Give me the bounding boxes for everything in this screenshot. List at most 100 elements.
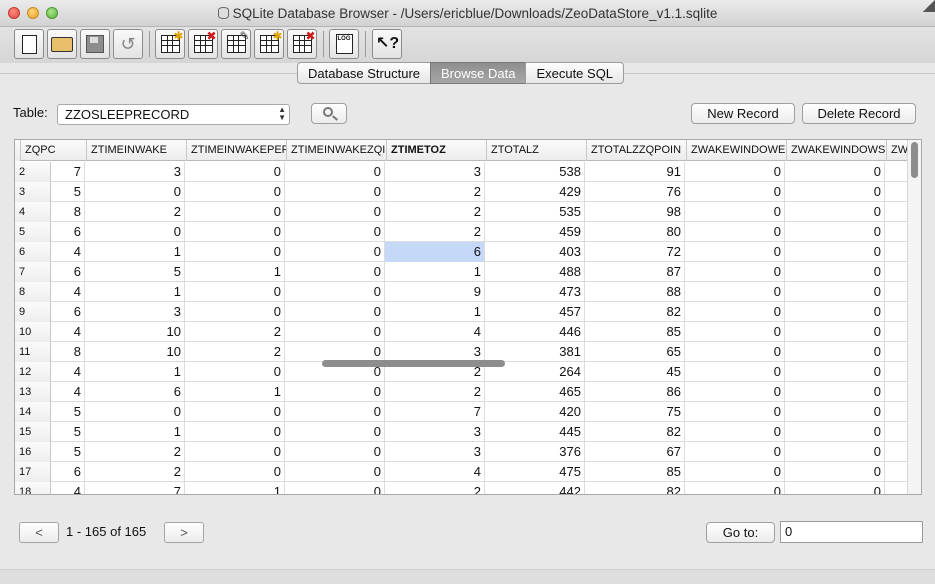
table-cell[interactable]: 0 [685, 162, 785, 182]
table-cell[interactable]: 0 [785, 262, 885, 282]
table-cell[interactable]: 82 [585, 482, 685, 494]
table-cell[interactable]: 2 [385, 202, 485, 222]
table-cell[interactable]: 3 [385, 342, 485, 362]
table-cell[interactable]: 0 [685, 242, 785, 262]
table-cell[interactable]: 0 [185, 442, 285, 462]
row-header[interactable]: 4 [15, 202, 51, 222]
table-cell[interactable]: 0 [285, 322, 385, 342]
table-cell[interactable]: 538 [485, 162, 585, 182]
table-cell[interactable]: 7 [385, 402, 485, 422]
table-cell[interactable]: 0 [185, 302, 285, 322]
table-select[interactable]: ZZOSLEEPRECORD ▲ ▼ [57, 104, 290, 125]
row-header[interactable]: 3 [15, 182, 51, 202]
table-cell[interactable]: 0 [785, 462, 885, 482]
table-cell[interactable]: 75 [585, 402, 685, 422]
table-cell[interactable]: 0 [785, 442, 885, 462]
delete-table-button[interactable]: ✖ [188, 29, 218, 59]
column-header[interactable]: ZTIMEINWAKEPER [187, 140, 287, 161]
table-cell[interactable]: 0 [685, 262, 785, 282]
table-cell[interactable]: 4 [51, 322, 85, 342]
table-cell[interactable]: 1 [85, 422, 185, 442]
table-cell[interactable]: 0 [185, 362, 285, 382]
table-cell[interactable]: 0 [785, 202, 885, 222]
table-cell[interactable]: 6 [385, 242, 485, 262]
column-header[interactable]: ZTIMEINWAKEZQI [287, 140, 387, 161]
row-header[interactable]: 12 [15, 362, 51, 382]
table-cell[interactable]: 0 [685, 442, 785, 462]
row-header[interactable]: 18 [15, 482, 51, 494]
table-cell[interactable]: 5 [51, 422, 85, 442]
table-cell[interactable]: 1 [85, 362, 185, 382]
table-cell[interactable]: 488 [485, 262, 585, 282]
table-cell[interactable]: 0 [285, 262, 385, 282]
table-cell[interactable]: 0 [685, 202, 785, 222]
vertical-scrollbar[interactable] [907, 140, 921, 494]
table-cell[interactable]: 82 [585, 302, 685, 322]
table-cell[interactable]: 3 [85, 302, 185, 322]
undo-button[interactable]: ↺ [113, 29, 143, 59]
table-cell[interactable]: 10 [85, 322, 185, 342]
table-cell[interactable]: 6 [51, 302, 85, 322]
table-cell[interactable]: 0 [285, 202, 385, 222]
table-cell[interactable]: 86 [585, 382, 685, 402]
table-cell[interactable]: 4 [385, 462, 485, 482]
table-cell[interactable]: 457 [485, 302, 585, 322]
table-cell[interactable]: 6 [51, 462, 85, 482]
table-cell[interactable]: 0 [285, 282, 385, 302]
table-cell[interactable]: 65 [585, 342, 685, 362]
delete-record-button[interactable]: Delete Record [802, 103, 916, 124]
table-cell[interactable]: 85 [585, 322, 685, 342]
table-cell[interactable]: 0 [685, 282, 785, 302]
horizontal-scroll-thumb[interactable] [322, 360, 505, 367]
table-cell[interactable]: 45 [585, 362, 685, 382]
row-header[interactable]: 6 [15, 242, 51, 262]
table-cell[interactable]: 3 [85, 162, 185, 182]
row-header[interactable]: 13 [15, 382, 51, 402]
row-header[interactable]: 7 [15, 262, 51, 282]
row-header[interactable]: 17 [15, 462, 51, 482]
table-cell[interactable]: 0 [785, 162, 885, 182]
goto-input[interactable]: 0 [780, 521, 923, 543]
create-table-button[interactable]: ✱ [155, 29, 185, 59]
table-cell[interactable]: 0 [285, 342, 385, 362]
row-header[interactable]: 10 [15, 322, 51, 342]
table-cell[interactable]: 0 [85, 222, 185, 242]
new-record-button[interactable]: New Record [691, 103, 795, 124]
table-cell[interactable]: 1 [185, 382, 285, 402]
table-cell[interactable]: 6 [85, 382, 185, 402]
table-cell[interactable]: 535 [485, 202, 585, 222]
table-cell[interactable]: 0 [85, 182, 185, 202]
table-cell[interactable]: 2 [385, 382, 485, 402]
table-cell[interactable]: 10 [85, 342, 185, 362]
whats-this-button[interactable]: ↖? [372, 29, 402, 59]
tab-browse-data[interactable]: Browse Data [430, 62, 527, 84]
create-index-button[interactable]: ✱ [254, 29, 284, 59]
row-header[interactable]: 15 [15, 422, 51, 442]
table-cell[interactable]: 3 [385, 162, 485, 182]
table-cell[interactable]: 2 [85, 202, 185, 222]
table-cell[interactable]: 2 [385, 182, 485, 202]
table-cell[interactable]: 1 [385, 302, 485, 322]
vertical-scroll-thumb[interactable] [911, 142, 918, 178]
table-cell[interactable]: 82 [585, 422, 685, 442]
table-cell[interactable]: 4 [51, 282, 85, 302]
table-cell[interactable]: 0 [785, 422, 885, 442]
table-cell[interactable]: 0 [185, 282, 285, 302]
tab-database-structure[interactable]: Database Structure [297, 62, 432, 84]
table-cell[interactable]: 473 [485, 282, 585, 302]
table-cell[interactable]: 2 [185, 342, 285, 362]
row-header[interactable]: 14 [15, 402, 51, 422]
table-cell[interactable]: 0 [785, 482, 885, 494]
table-cell[interactable]: 2 [385, 482, 485, 494]
row-header[interactable]: 9 [15, 302, 51, 322]
table-cell[interactable]: 0 [685, 222, 785, 242]
row-header[interactable]: 5 [15, 222, 51, 242]
table-cell[interactable]: 0 [685, 382, 785, 402]
table-cell[interactable]: 5 [51, 442, 85, 462]
table-cell[interactable]: 4 [51, 382, 85, 402]
row-header[interactable]: 16 [15, 442, 51, 462]
row-header[interactable]: 2 [15, 162, 51, 182]
table-cell[interactable]: 67 [585, 442, 685, 462]
table-cell[interactable]: 91 [585, 162, 685, 182]
table-cell[interactable]: 5 [51, 182, 85, 202]
